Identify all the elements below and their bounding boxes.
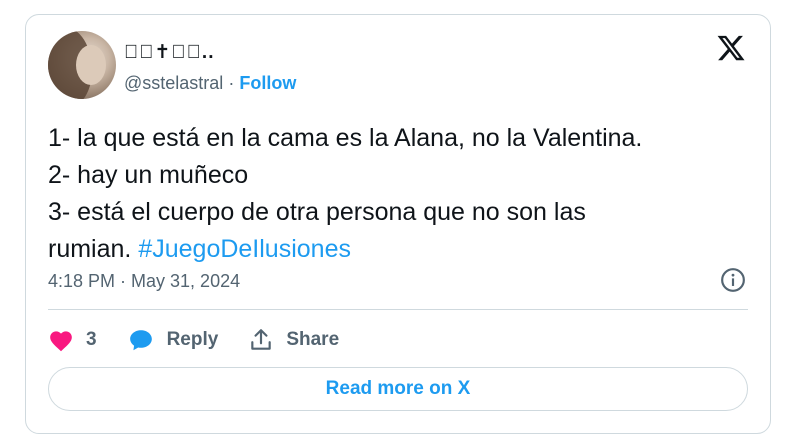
like-count: 3: [86, 329, 97, 350]
read-more-button[interactable]: Read more on X: [48, 367, 748, 411]
share-label: Share: [286, 329, 340, 350]
avatar-face: [76, 45, 106, 85]
share-upload-icon: [251, 329, 272, 350]
follow-button[interactable]: Follow: [239, 73, 296, 93]
divider: [48, 309, 748, 310]
heart-icon: [50, 331, 72, 352]
reply-button[interactable]: Reply: [127, 327, 219, 353]
share-button[interactable]: Share: [248, 327, 339, 353]
x-logo-icon[interactable]: [716, 33, 746, 63]
author-handle-row: @sstelastral · Follow: [124, 73, 296, 94]
avatar[interactable]: [48, 31, 116, 99]
embedded-tweet-card: 􀀀􀀀✝︎􀀀􀀀.. @sstelastral · Follow 1- la que…: [25, 14, 771, 434]
chat-bubble-icon: [129, 330, 152, 351]
tweet-line-3: 3- está el cuerpo de otra persona que no…: [48, 198, 586, 226]
action-bar: 3 Reply Share: [48, 327, 369, 353]
author-handle[interactable]: @sstelastral: [124, 73, 223, 93]
tweet-line-2: 2- hay un muñeco: [48, 161, 249, 189]
handle-separator: ·: [228, 73, 235, 93]
hashtag-link[interactable]: #JuegoDeIlusiones: [138, 235, 351, 263]
author-display-name[interactable]: 􀀀􀀀✝︎􀀀􀀀..: [124, 41, 214, 64]
tweet-timestamp[interactable]: 4:18 PM · May 31, 2024: [48, 271, 240, 292]
like-button[interactable]: 3: [48, 328, 97, 352]
tweet-line-1: 1- la que está en la cama es la Alana, n…: [48, 124, 643, 152]
tweet-line-4-text: rumian.: [48, 235, 132, 263]
tweet-line-4: rumian. #JuegoDeIlusiones: [48, 231, 748, 268]
reply-label: Reply: [166, 329, 219, 350]
info-icon[interactable]: [720, 267, 746, 293]
tweet-text: 1- la que está en la cama es la Alana, n…: [48, 120, 748, 268]
